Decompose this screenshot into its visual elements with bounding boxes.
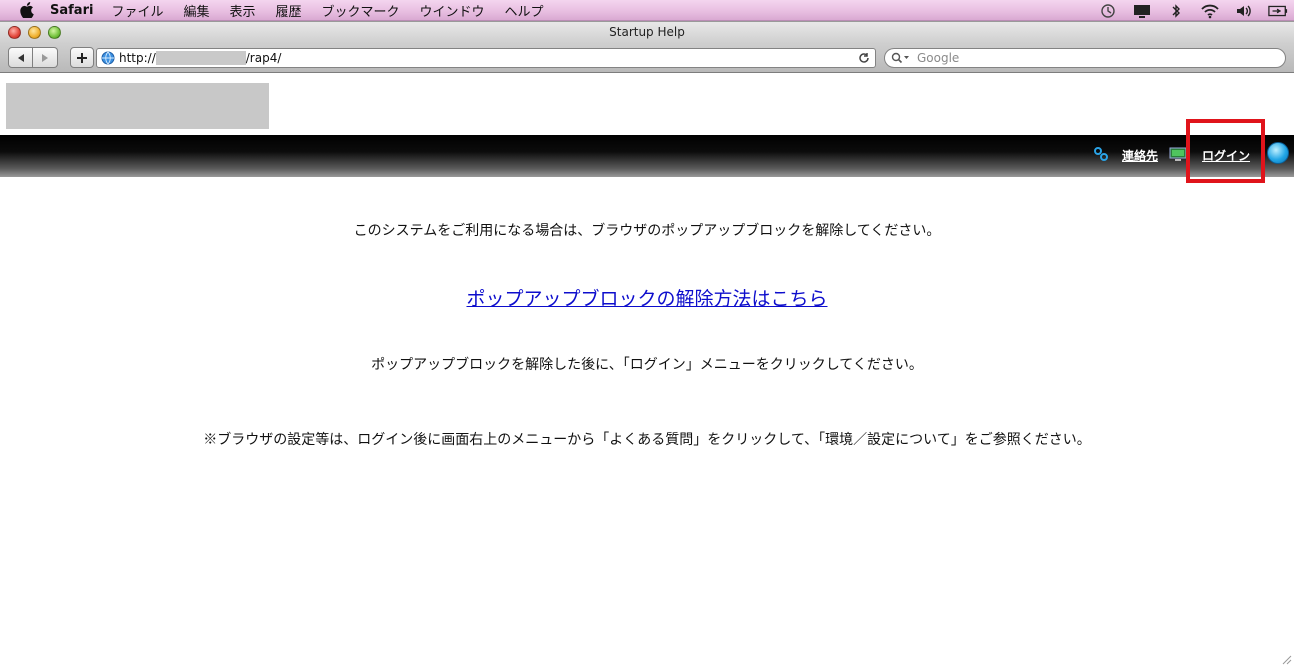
menu-app-safari[interactable]: Safari [50,3,93,18]
menu-window[interactable]: ウインドウ [420,1,485,20]
resize-grip-icon[interactable] [1280,653,1292,665]
popup-unblock-help-link[interactable]: ポップアップブロックの解除方法はこちら [466,288,827,310]
url-redacted-host [155,51,246,65]
menu-file[interactable]: ファイル [111,1,163,20]
mac-menubar: Safari ファイル 編集 表示 履歴 ブックマーク ウインドウ ヘルプ [0,0,1294,21]
login-monitor-icon [1169,147,1187,161]
menu-history[interactable]: 履歴 [275,1,301,20]
menubar-tray [1098,0,1288,21]
reload-icon[interactable] [857,51,871,65]
bluetooth-icon[interactable] [1166,3,1186,19]
site-header-bar: 連絡先 ログイン [0,135,1294,177]
back-arrow-icon [17,53,24,62]
help-icon[interactable] [1267,142,1289,164]
globe-icon [101,51,115,65]
contacts-icon [1094,147,1108,161]
battery-icon[interactable] [1268,3,1288,19]
menu-help[interactable]: ヘルプ [505,1,544,20]
window-title: Startup Help [609,25,685,39]
login-instruction: ポップアップブロックを解除した後に、「ログイン」メニューをクリックしてください。 [371,357,923,373]
volume-icon[interactable] [1234,3,1254,19]
time-machine-icon[interactable] [1098,3,1118,19]
menu-view[interactable]: 表示 [229,1,255,20]
settings-note: ※ブラウザの設定等は、ログイン後に画面右上のメニューから「よくある質問」をクリッ… [203,432,1091,448]
popup-block-notice: このシステムをご利用になる場合は、ブラウザのポップアップブロックを解除してくださ… [353,223,941,239]
display-icon[interactable] [1132,3,1152,19]
search-placeholder: Google [917,51,960,65]
forward-arrow-icon [42,53,48,62]
plus-icon [77,52,87,63]
search-field[interactable]: Google [884,48,1286,68]
popup-help-link-row: ポップアップブロックの解除方法はこちら [0,284,1294,311]
browser-toolbar: http:// /rap4/ Google [0,43,1294,73]
url-prefix: http:// [119,51,156,65]
wifi-icon[interactable] [1200,3,1220,19]
contacts-link[interactable]: 連絡先 [1122,147,1158,164]
page-content: 連絡先 ログイン このシステムをご利用になる場合は、ブラウザのポップアップブロッ… [0,74,1294,667]
window-titlebar: Startup Help [0,21,1294,43]
site-logo-placeholder [6,83,269,129]
forward-button[interactable] [33,47,58,68]
url-path: /rap4/ [245,51,282,65]
menu-bookmarks[interactable]: ブックマーク [322,1,400,20]
apple-icon[interactable] [18,1,36,19]
search-icon [891,51,913,65]
back-button[interactable] [8,47,33,68]
add-bookmark-button[interactable] [70,47,94,68]
address-bar[interactable]: http:// /rap4/ [96,48,876,68]
login-highlight-box [1186,119,1265,183]
menu-edit[interactable]: 編集 [183,1,209,20]
